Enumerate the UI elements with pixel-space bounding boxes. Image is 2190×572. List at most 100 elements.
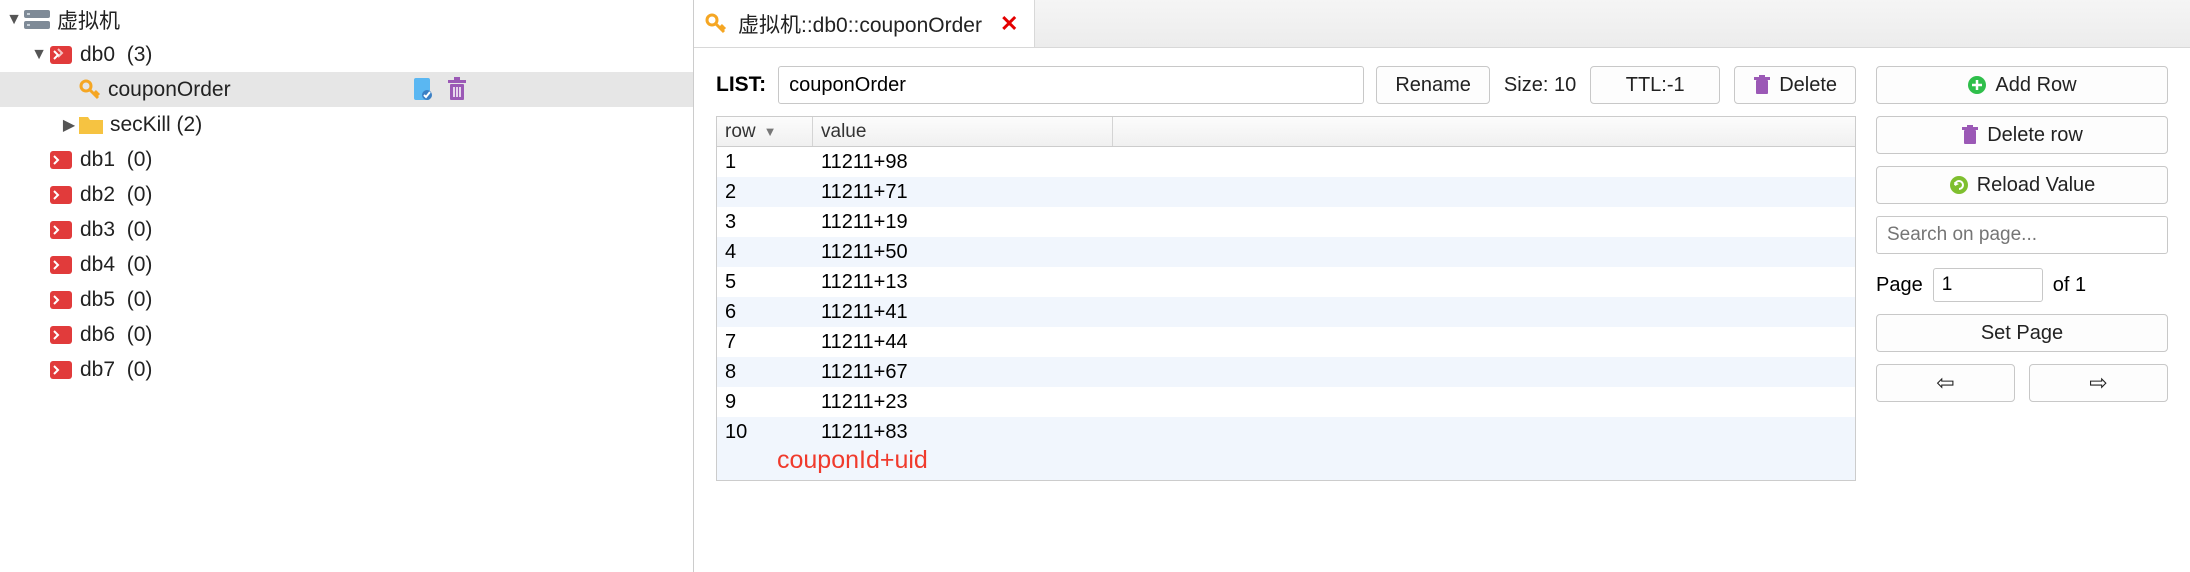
tree-server-node[interactable]: ▼ 虚拟机: [0, 2, 693, 37]
tree-db-node[interactable]: ▶ db1 (0): [0, 142, 693, 177]
row-value: 11211+23: [813, 391, 1855, 414]
database-icon: [48, 218, 74, 242]
row-index: 2: [717, 181, 813, 204]
tab-title: 虚拟机::db0::couponOrder: [738, 9, 982, 39]
annotation-text: couponId+uid: [717, 446, 1855, 480]
key-name-input[interactable]: [778, 66, 1364, 104]
tree-folder-node[interactable]: ▶ secKill (2): [0, 107, 693, 142]
row-value: 11211+50: [813, 241, 1855, 264]
tree-label: 虚拟机: [57, 5, 120, 35]
size-label: Size: 10: [1504, 74, 1576, 97]
tree-label: secKill (2): [110, 113, 202, 137]
delete-row-button[interactable]: Delete row: [1876, 116, 2168, 154]
tree-db-node[interactable]: ▶ db2 (0): [0, 177, 693, 212]
page-total-label: of 1: [2053, 274, 2086, 297]
tab-bar: 虚拟机::db0::couponOrder ✕: [694, 0, 2190, 48]
tree-label: db7 (0): [80, 358, 152, 382]
page-number-input[interactable]: [1933, 268, 2043, 302]
row-index: 5: [717, 271, 813, 294]
tab-couponorder[interactable]: 虚拟机::db0::couponOrder ✕: [694, 0, 1035, 47]
arrow-right-icon: ⇨: [2089, 370, 2107, 396]
tree-db-node[interactable]: ▶ db4 (0): [0, 247, 693, 282]
database-icon: [48, 253, 74, 277]
table-row[interactable]: 411211+50: [717, 237, 1855, 267]
tree-label: db3 (0): [80, 218, 152, 242]
row-value: 11211+71: [813, 181, 1855, 204]
row-value: 11211+13: [813, 271, 1855, 294]
key-icon: [78, 78, 102, 102]
table-row[interactable]: 1011211+83: [717, 417, 1855, 447]
tree-key-node-couponorder[interactable]: ▶ couponOrder: [0, 72, 693, 107]
database-icon: [48, 148, 74, 172]
row-value: 11211+19: [813, 211, 1855, 234]
database-icon: [48, 288, 74, 312]
tree-db-node[interactable]: ▶ db3 (0): [0, 212, 693, 247]
set-page-button[interactable]: Set Page: [1876, 314, 2168, 352]
table-row[interactable]: 211211+71: [717, 177, 1855, 207]
close-icon[interactable]: ✕: [1000, 11, 1018, 37]
tree-label: db6 (0): [80, 323, 152, 347]
tree-db-node[interactable]: ▼ db0 (3): [0, 37, 693, 72]
table-row[interactable]: 611211+41: [717, 297, 1855, 327]
trash-icon[interactable]: [446, 77, 468, 103]
key-icon: [704, 12, 728, 36]
table-row[interactable]: 511211+13: [717, 267, 1855, 297]
tree-label: db2 (0): [80, 183, 152, 207]
table-row[interactable]: 711211+44: [717, 327, 1855, 357]
row-index: 7: [717, 331, 813, 354]
column-header-value[interactable]: value: [813, 117, 1113, 146]
row-index: 4: [717, 241, 813, 264]
value-table: row ▼ value 111211+98211211+71311211+194…: [716, 116, 1856, 481]
row-index: 3: [717, 211, 813, 234]
row-index: 1: [717, 151, 813, 174]
tree-label: db0 (3): [80, 43, 152, 67]
row-value: 11211+44: [813, 331, 1855, 354]
row-index: 8: [717, 361, 813, 384]
chevron-down-icon[interactable]: ▼: [30, 46, 48, 64]
table-row[interactable]: 911211+23: [717, 387, 1855, 417]
chevron-down-icon[interactable]: ▼: [5, 11, 23, 29]
rename-button[interactable]: Rename: [1376, 66, 1490, 104]
tree-label: couponOrder: [108, 78, 231, 102]
trash-icon: [1961, 125, 1979, 145]
row-index: 6: [717, 301, 813, 324]
table-row[interactable]: 311211+19: [717, 207, 1855, 237]
add-row-button[interactable]: Add Row: [1876, 66, 2168, 104]
ttl-button[interactable]: TTL:-1: [1590, 66, 1720, 104]
trash-icon: [1753, 75, 1771, 95]
row-value: 11211+67: [813, 361, 1855, 384]
search-input[interactable]: [1876, 216, 2168, 254]
reload-icon: [1949, 175, 1969, 195]
database-icon: [48, 323, 74, 347]
next-page-button[interactable]: ⇨: [2029, 364, 2168, 402]
main-panel: 虚拟机::db0::couponOrder ✕ LIST: Rename Siz…: [694, 0, 2190, 572]
sort-desc-icon: ▼: [764, 124, 777, 139]
tree-db-node[interactable]: ▶ db5 (0): [0, 282, 693, 317]
tab-bar-empty: [1035, 0, 2190, 47]
tree-db-node[interactable]: ▶ db6 (0): [0, 317, 693, 352]
database-icon: [48, 358, 74, 382]
server-icon: [23, 8, 51, 32]
table-row[interactable]: 811211+67: [717, 357, 1855, 387]
row-value: 11211+83: [813, 421, 1855, 444]
key-type-label: LIST:: [716, 73, 766, 97]
prev-page-button[interactable]: ⇦: [1876, 364, 2015, 402]
column-header-row[interactable]: row ▼: [717, 117, 813, 146]
page-label: Page: [1876, 274, 1923, 297]
tree-db-node[interactable]: ▶ db7 (0): [0, 352, 693, 387]
arrow-left-icon: ⇦: [1936, 370, 1954, 396]
reload-value-button[interactable]: Reload Value: [1876, 166, 2168, 204]
filter-icon[interactable]: [412, 77, 434, 103]
row-index: 9: [717, 391, 813, 414]
table-row[interactable]: 111211+98: [717, 147, 1855, 177]
delete-key-button[interactable]: Delete: [1734, 66, 1856, 104]
tree-label: db4 (0): [80, 253, 152, 277]
tree-label: db5 (0): [80, 288, 152, 312]
row-value: 11211+41: [813, 301, 1855, 324]
chevron-right-icon[interactable]: ▶: [60, 115, 78, 135]
row-value: 11211+98: [813, 151, 1855, 174]
row-index: 10: [717, 421, 813, 444]
connection-tree: ▼ 虚拟机 ▼ db0 (3) ▶ couponOrder ▶: [0, 0, 694, 572]
tree-label: db1 (0): [80, 148, 152, 172]
database-icon: [48, 43, 74, 67]
